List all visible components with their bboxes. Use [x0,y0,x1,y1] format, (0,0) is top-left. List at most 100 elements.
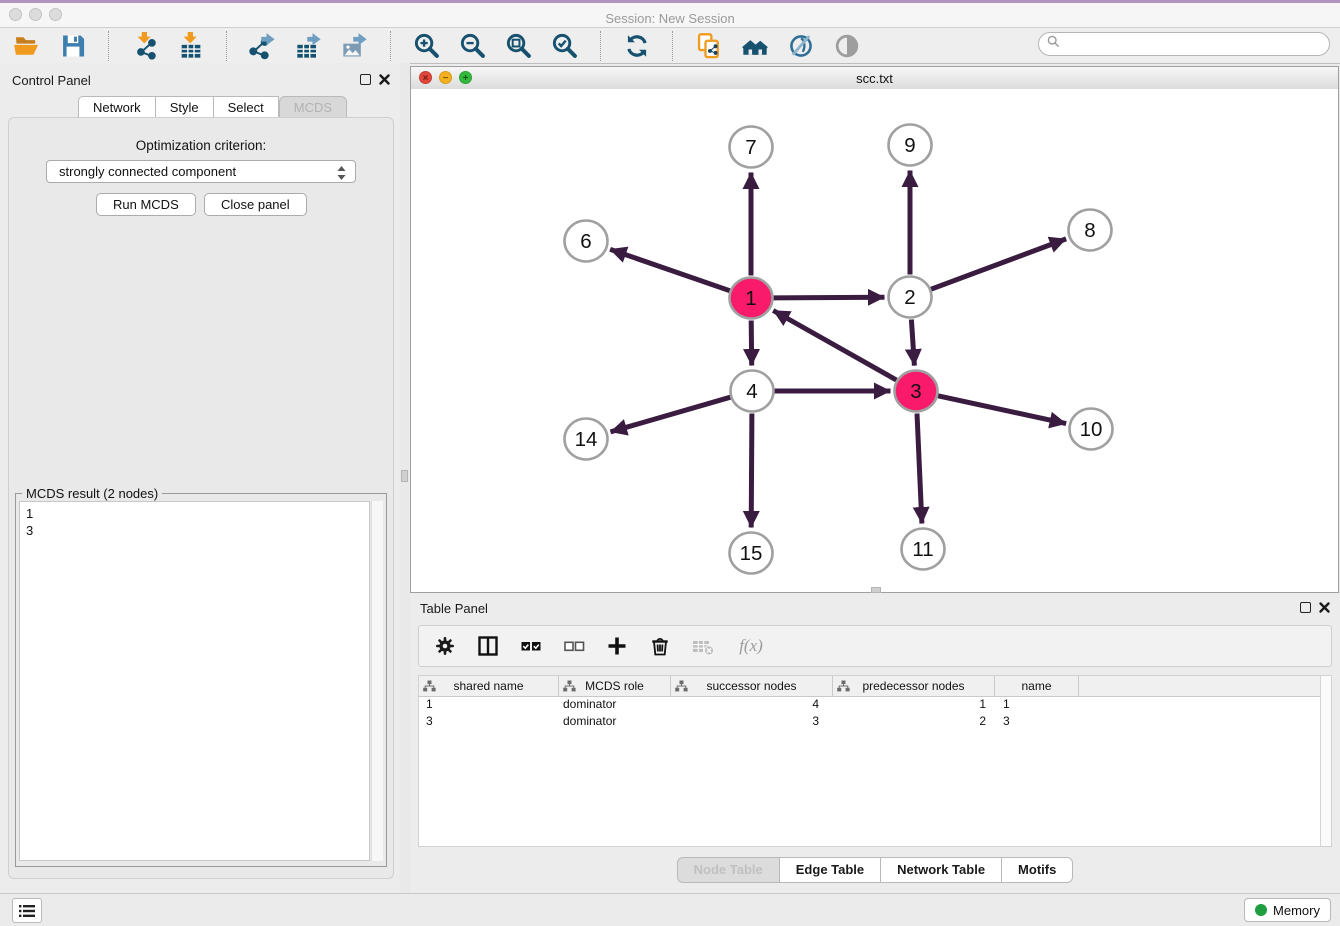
export-network-icon[interactable] [248,31,278,61]
graph-edge-1-4[interactable] [751,321,752,366]
table-cell[interactable]: 2 [833,714,995,731]
network-canvas[interactable]: 7 9 6 8 1 2 4 3 14 10 15 11 [411,89,1338,592]
graph-node-9[interactable]: 9 [889,125,932,166]
table-panel-tabs: Node TableEdge TableNetwork TableMotifs [410,857,1340,883]
session-title: Session: New Session [0,11,1340,26]
graph-edge-2-8[interactable] [931,239,1066,289]
graph-edge-1-6[interactable] [610,249,730,290]
table-panel-close-icon[interactable] [1318,601,1331,614]
import-network-icon[interactable] [130,31,160,61]
refresh-icon[interactable] [622,31,652,61]
column-header-predecessor-nodes[interactable]: predecessor nodes [833,676,995,696]
search-box[interactable] [1038,32,1330,56]
tab-motifs[interactable]: Motifs [1002,857,1073,883]
graph-node-15[interactable]: 15 [730,533,773,574]
graph-edge-3-1[interactable] [773,311,896,381]
run-mcds-button[interactable]: Run MCDS [96,193,196,216]
graph-edge-4-15[interactable] [751,414,752,528]
zoom-out-icon[interactable] [458,31,488,61]
column-header-MCDS-role[interactable]: MCDS role [559,676,671,696]
import-table-icon[interactable] [176,31,206,61]
table-cell[interactable]: 3 [995,714,1079,731]
table-panel: Table Panel f(x) shared nameMCDS rolesuc… [410,595,1340,893]
table-cell[interactable]: 4 [671,697,833,714]
clone-network-icon[interactable] [694,31,724,61]
export-image-icon[interactable] [340,31,370,61]
splitter-grip[interactable] [401,470,408,482]
close-panel-button[interactable]: Close panel [204,193,307,216]
mcds-result-title: MCDS result (2 nodes) [22,486,162,501]
graph-edge-3-11[interactable] [917,414,922,524]
zoom-fit-icon[interactable] [504,31,534,61]
columns-icon[interactable] [474,632,502,660]
export-table-icon[interactable] [294,31,324,61]
graph-edge-2-3[interactable] [911,320,914,366]
table-panel-float-icon[interactable] [1300,602,1311,613]
eye-slash-icon[interactable] [786,31,816,61]
mcds-result-list[interactable]: 1 3 [19,501,370,861]
control-panel: Control Panel NetworkStyleSelectMCDS Opt… [0,63,400,893]
optimization-criterion-dropdown[interactable]: strongly connected component [46,160,356,183]
table-cell[interactable]: 1 [833,697,995,714]
graph-node-4[interactable]: 4 [731,371,774,412]
tab-network-table[interactable]: Network Table [881,857,1002,883]
open-icon[interactable] [12,31,42,61]
graph-node-3[interactable]: 3 [895,371,938,412]
eye-icon[interactable] [832,31,862,61]
homes-icon[interactable] [740,31,770,61]
svg-text:2: 2 [904,286,915,309]
table-cell[interactable]: dominator [559,697,671,714]
graph-node-1[interactable]: 1 [730,278,773,319]
network-window-titlebar[interactable]: × − + scc.txt [411,67,1338,90]
graph-node-2[interactable]: 2 [889,277,932,318]
control-panel-close-icon[interactable] [378,73,391,86]
column-header-shared-name[interactable]: shared name [419,676,559,696]
svg-text:1: 1 [745,287,756,310]
bottom-splitter-grip[interactable] [871,587,881,593]
search-icon [1047,35,1060,53]
table-row: 1dominator411 [419,697,1331,714]
deselect-all-icon[interactable] [560,632,588,660]
trash-icon[interactable] [646,632,674,660]
dropdown-value: strongly connected component [59,164,236,179]
svg-text:15: 15 [740,542,763,565]
optimization-criterion-label: Optimization criterion: [9,138,393,153]
mcds-result-scrollbar[interactable] [371,501,383,861]
zoom-in-icon[interactable] [412,31,442,61]
column-header-name[interactable]: name [995,676,1079,696]
column-header-successor-nodes[interactable]: successor nodes [671,676,833,696]
table-cell[interactable]: 1 [995,697,1079,714]
graph-node-7[interactable]: 7 [730,127,773,168]
add-icon[interactable] [603,632,631,660]
graph-node-14[interactable]: 14 [565,419,608,460]
tab-edge-table[interactable]: Edge Table [780,857,881,883]
control-panel-float-icon[interactable] [360,74,371,85]
graph-node-8[interactable]: 8 [1069,210,1112,251]
graph-edge-4-14[interactable] [611,397,731,432]
table-row: 3dominator323 [419,714,1331,731]
table-cell[interactable]: 1 [419,697,559,714]
memory-status-icon [1255,904,1267,916]
network-graph[interactable]: 7 9 6 8 1 2 4 3 14 10 15 11 [411,89,1338,592]
graph-edge-3-10[interactable] [938,396,1066,424]
select-all-icon[interactable] [517,632,545,660]
delete-column-icon[interactable] [689,632,717,660]
memory-button[interactable]: Memory [1244,898,1331,922]
gear-icon[interactable] [431,632,459,660]
graph-node-10[interactable]: 10 [1070,409,1113,450]
graph-node-11[interactable]: 11 [902,529,945,570]
vertical-splitter[interactable] [400,63,410,893]
task-history-button[interactable] [12,898,42,923]
zoom-selected-icon[interactable] [550,31,580,61]
graph-edge-1-2[interactable] [774,297,885,298]
table-cell[interactable]: dominator [559,714,671,731]
table-cell[interactable]: 3 [671,714,833,731]
save-icon[interactable] [58,31,88,61]
search-input[interactable] [1065,36,1321,52]
tab-node-table[interactable]: Node Table [677,857,780,883]
graph-node-6[interactable]: 6 [565,221,608,262]
node-table: shared nameMCDS rolesuccessor nodesprede… [418,675,1332,847]
fx-icon[interactable]: f(x) [732,632,770,660]
table-cell[interactable]: 3 [419,714,559,731]
table-scrollbar[interactable] [1320,676,1331,846]
